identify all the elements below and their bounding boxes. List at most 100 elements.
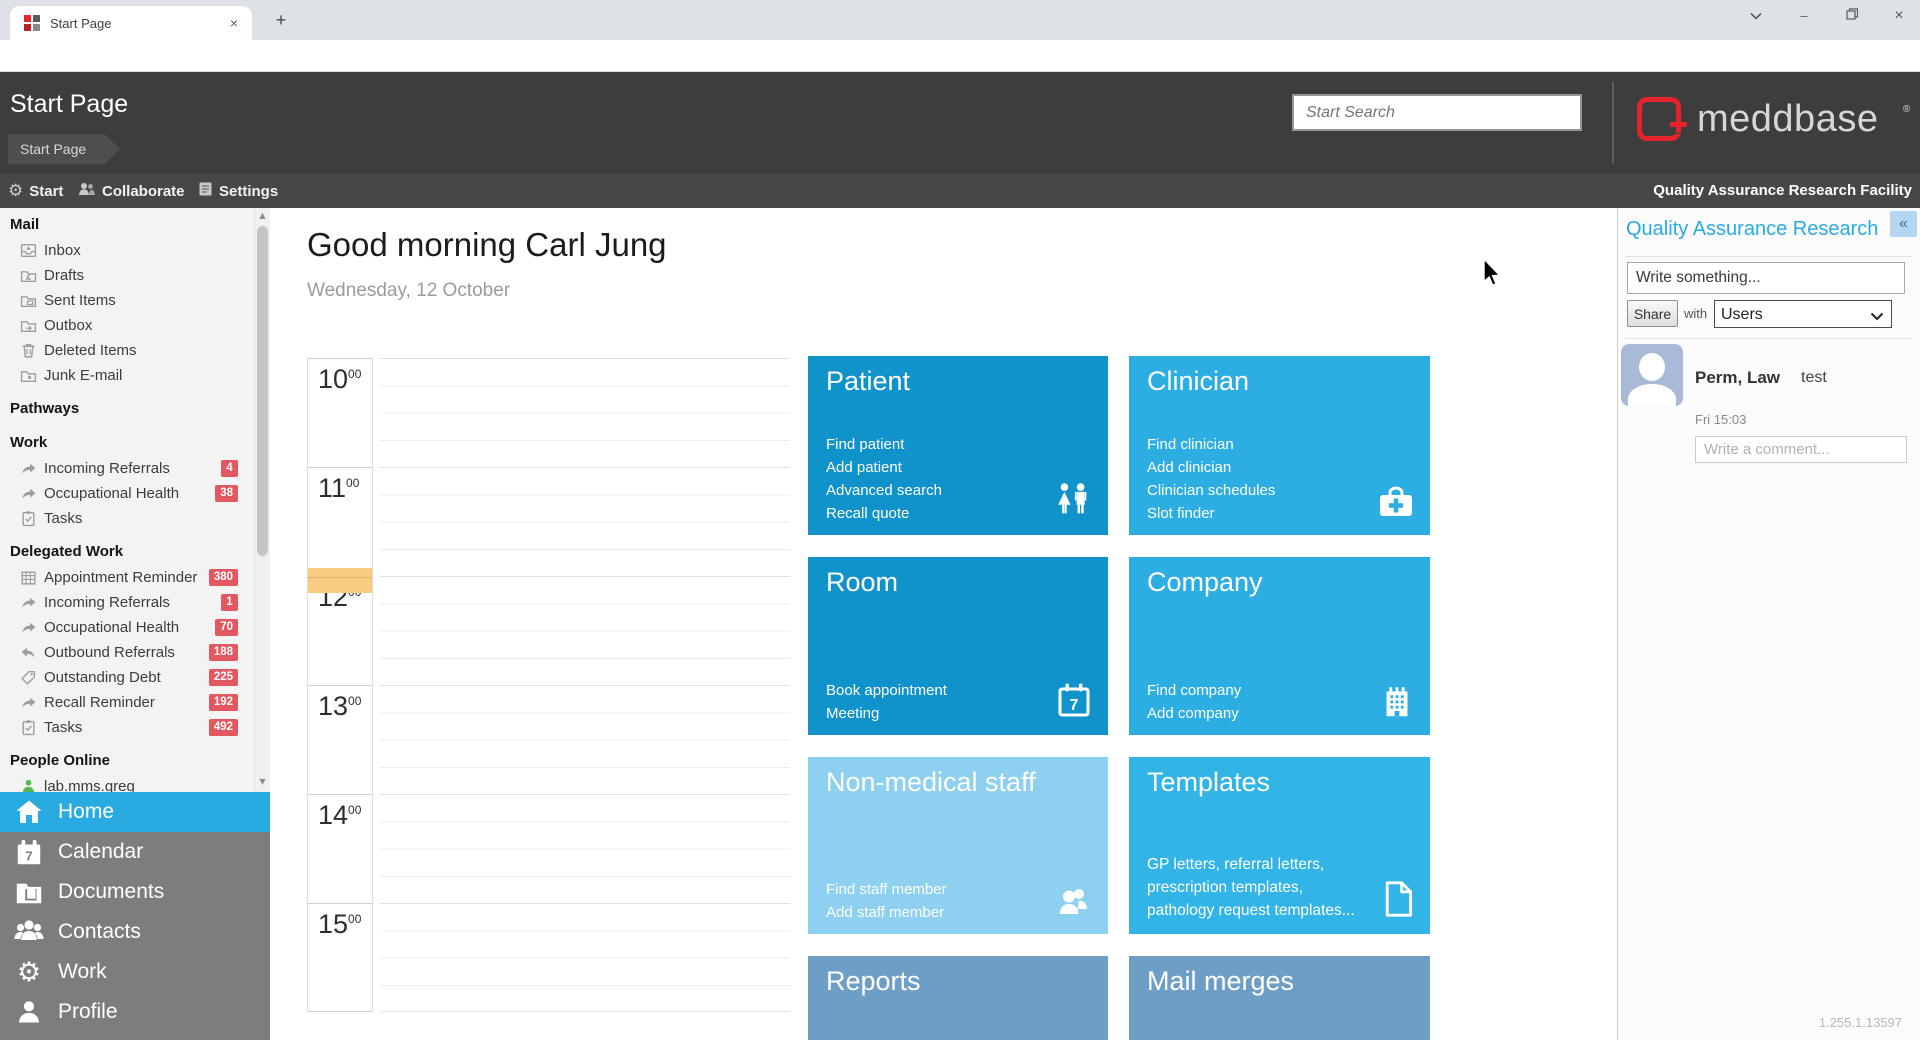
tile-mail-merges[interactable]: Mail merges [1129, 956, 1430, 1040]
share-target-select[interactable]: Users [1714, 300, 1892, 328]
tile-reports[interactable]: Reports [808, 956, 1108, 1040]
app-version: 1.255.1.13597 [1818, 1015, 1902, 1030]
link-add-patient[interactable]: Add patient [826, 456, 942, 479]
incoming-referral-icon [20, 694, 37, 711]
tile-company[interactable]: Company Find company Add company [1129, 557, 1430, 735]
start-search-input[interactable] [1292, 94, 1582, 131]
link-find-clinician[interactable]: Find clinician [1147, 433, 1275, 456]
sidebar-item-incoming-referrals[interactable]: Incoming Referrals 4 [0, 456, 254, 481]
sidebar-item-recall-reminder[interactable]: Recall Reminder 192 [0, 690, 254, 715]
badge-count: 380 [208, 569, 238, 586]
badge-count: 4 [221, 460, 238, 477]
badge-count: 492 [208, 719, 238, 736]
tile-non-medical-staff[interactable]: Non-medical staff Find staff member Add … [808, 757, 1108, 934]
sidebar-item-appointment-reminder[interactable]: Appointment Reminder 380 [0, 565, 254, 590]
schedule-grid[interactable] [380, 358, 790, 1012]
collapse-panel-icon[interactable]: « [1890, 211, 1917, 237]
write-comment-input[interactable] [1695, 436, 1907, 463]
meddbase-favicon [24, 15, 40, 31]
app-header: Start Page meddbase ® Start Page [0, 72, 1920, 174]
nav-item-calendar[interactable]: 7 Calendar [0, 832, 270, 872]
collaboration-panel: « Quality Assurance Research Share with … [1617, 208, 1920, 1040]
scroll-down-icon[interactable]: ▼ [255, 774, 270, 790]
outbound-referral-icon [20, 644, 37, 661]
feed-author[interactable]: Perm, Law [1695, 368, 1780, 388]
inbox-icon [20, 242, 37, 259]
sidebar-item-outbound-referrals[interactable]: Outbound Referrals 188 [0, 640, 254, 665]
sidebar-item-inbox[interactable]: Inbox [0, 238, 254, 263]
page-title: Start Page [10, 90, 129, 118]
tasks-icon [20, 719, 37, 736]
app-menubar: ⚙ Start Collaborate Settings Quality Ass… [0, 174, 1920, 208]
sidebar-item-outstanding-debt[interactable]: Outstanding Debt 225 [0, 665, 254, 690]
sidebar-item-junk-email[interactable]: Junk E-mail [0, 363, 254, 388]
tab-close-icon[interactable]: × [226, 15, 242, 31]
calendar-icon: 7 [12, 835, 46, 869]
sidebar-folders: Mail Inbox Drafts Sent Items Outbox Dele… [0, 208, 254, 807]
window-close-button[interactable]: × [1878, 0, 1920, 32]
nav-item-documents[interactable]: Documents [0, 872, 270, 912]
link-advanced-search[interactable]: Advanced search [826, 479, 942, 502]
sidebar-item-drafts[interactable]: Drafts [0, 263, 254, 288]
header-divider [1612, 82, 1614, 164]
badge-count: 188 [208, 644, 238, 661]
work-gear-icon: ⚙ [16, 956, 42, 988]
sidebar-item-outbox[interactable]: Outbox [0, 313, 254, 338]
restore-button[interactable] [1831, 0, 1873, 32]
share-button[interactable]: Share [1627, 300, 1678, 327]
link-add-staff-member[interactable]: Add staff member [826, 901, 947, 924]
tile-patient[interactable]: Patient Find patient Add patient Advance… [808, 356, 1108, 535]
link-book-appointment[interactable]: Book appointment [826, 679, 947, 702]
left-sidebar: Mail Inbox Drafts Sent Items Outbox Dele… [0, 208, 270, 1040]
link-find-staff-member[interactable]: Find staff member [826, 878, 947, 901]
nav-item-contacts[interactable]: Contacts [0, 912, 270, 952]
menu-settings[interactable]: Settings [198, 174, 278, 208]
nav-item-profile[interactable]: Profile [0, 992, 270, 1032]
sidebar-item-occupational-health[interactable]: Occupational Health 38 [0, 481, 254, 506]
minimize-button[interactable]: – [1783, 0, 1825, 32]
meddbase-logo: meddbase ® [1635, 92, 1910, 148]
sidebar-scrollbar[interactable]: ▲ ▼ [254, 208, 270, 792]
link-add-clinician[interactable]: Add clinician [1147, 456, 1275, 479]
templates-description: GP letters, referral letters, prescripti… [1147, 856, 1355, 919]
new-tab-button[interactable]: + [268, 8, 294, 34]
sidebar-item-deleted-items[interactable]: Deleted Items [0, 338, 254, 363]
section-mail: Mail Inbox Drafts Sent Items Outbox Dele… [0, 212, 254, 388]
badge-count: 192 [208, 694, 238, 711]
menu-collaborate[interactable]: Collaborate [78, 174, 185, 208]
room-calendar-icon: 7 [1054, 680, 1094, 725]
link-find-patient[interactable]: Find patient [826, 433, 942, 456]
people-icon [78, 181, 96, 201]
window-chevron-icon[interactable] [1735, 0, 1777, 32]
scroll-up-icon[interactable]: ▲ [255, 208, 270, 224]
nav-item-work[interactable]: ⚙ Work [0, 952, 270, 992]
link-add-company[interactable]: Add company [1147, 702, 1241, 725]
trash-icon [20, 342, 37, 359]
sidebar-item-sent-items[interactable]: Sent Items [0, 288, 254, 313]
link-find-company[interactable]: Find company [1147, 679, 1241, 702]
incoming-referral-icon [20, 485, 37, 502]
sidebar-item-tasks[interactable]: Tasks [0, 506, 254, 531]
facility-name: Quality Assurance Research Facility [1653, 182, 1912, 199]
sidebar-item-occupational-health-delegated[interactable]: Occupational Health 70 [0, 615, 254, 640]
section-header-pathways[interactable]: Pathways [0, 396, 254, 422]
scrollbar-thumb[interactable] [257, 226, 268, 556]
tile-clinician[interactable]: Clinician Find clinician Add clinician C… [1129, 356, 1430, 535]
gear-icon: ⚙ [8, 181, 24, 201]
browser-tab[interactable]: Start Page × [10, 6, 252, 40]
link-recall-quote[interactable]: Recall quote [826, 502, 942, 525]
hour-label: 1300 [308, 685, 372, 794]
tile-room[interactable]: Room Book appointment Meeting 7 [808, 557, 1108, 735]
link-meeting[interactable]: Meeting [826, 702, 947, 725]
write-something-input[interactable] [1627, 262, 1905, 294]
menu-start[interactable]: ⚙ Start [8, 174, 63, 208]
link-slot-finder[interactable]: Slot finder [1147, 502, 1275, 525]
sent-items-icon [20, 292, 37, 309]
nav-item-home[interactable]: Home [0, 792, 270, 832]
sidebar-item-tasks-delegated[interactable]: Tasks 492 [0, 715, 254, 740]
start-page-breadcrumb-tab[interactable]: Start Page [8, 134, 120, 164]
link-clinician-schedules[interactable]: Clinician schedules [1147, 479, 1275, 502]
document-icon [1380, 879, 1416, 924]
sidebar-item-incoming-referrals-delegated[interactable]: Incoming Referrals 1 [0, 590, 254, 615]
tile-templates[interactable]: Templates GP letters, referral letters, … [1129, 757, 1430, 934]
